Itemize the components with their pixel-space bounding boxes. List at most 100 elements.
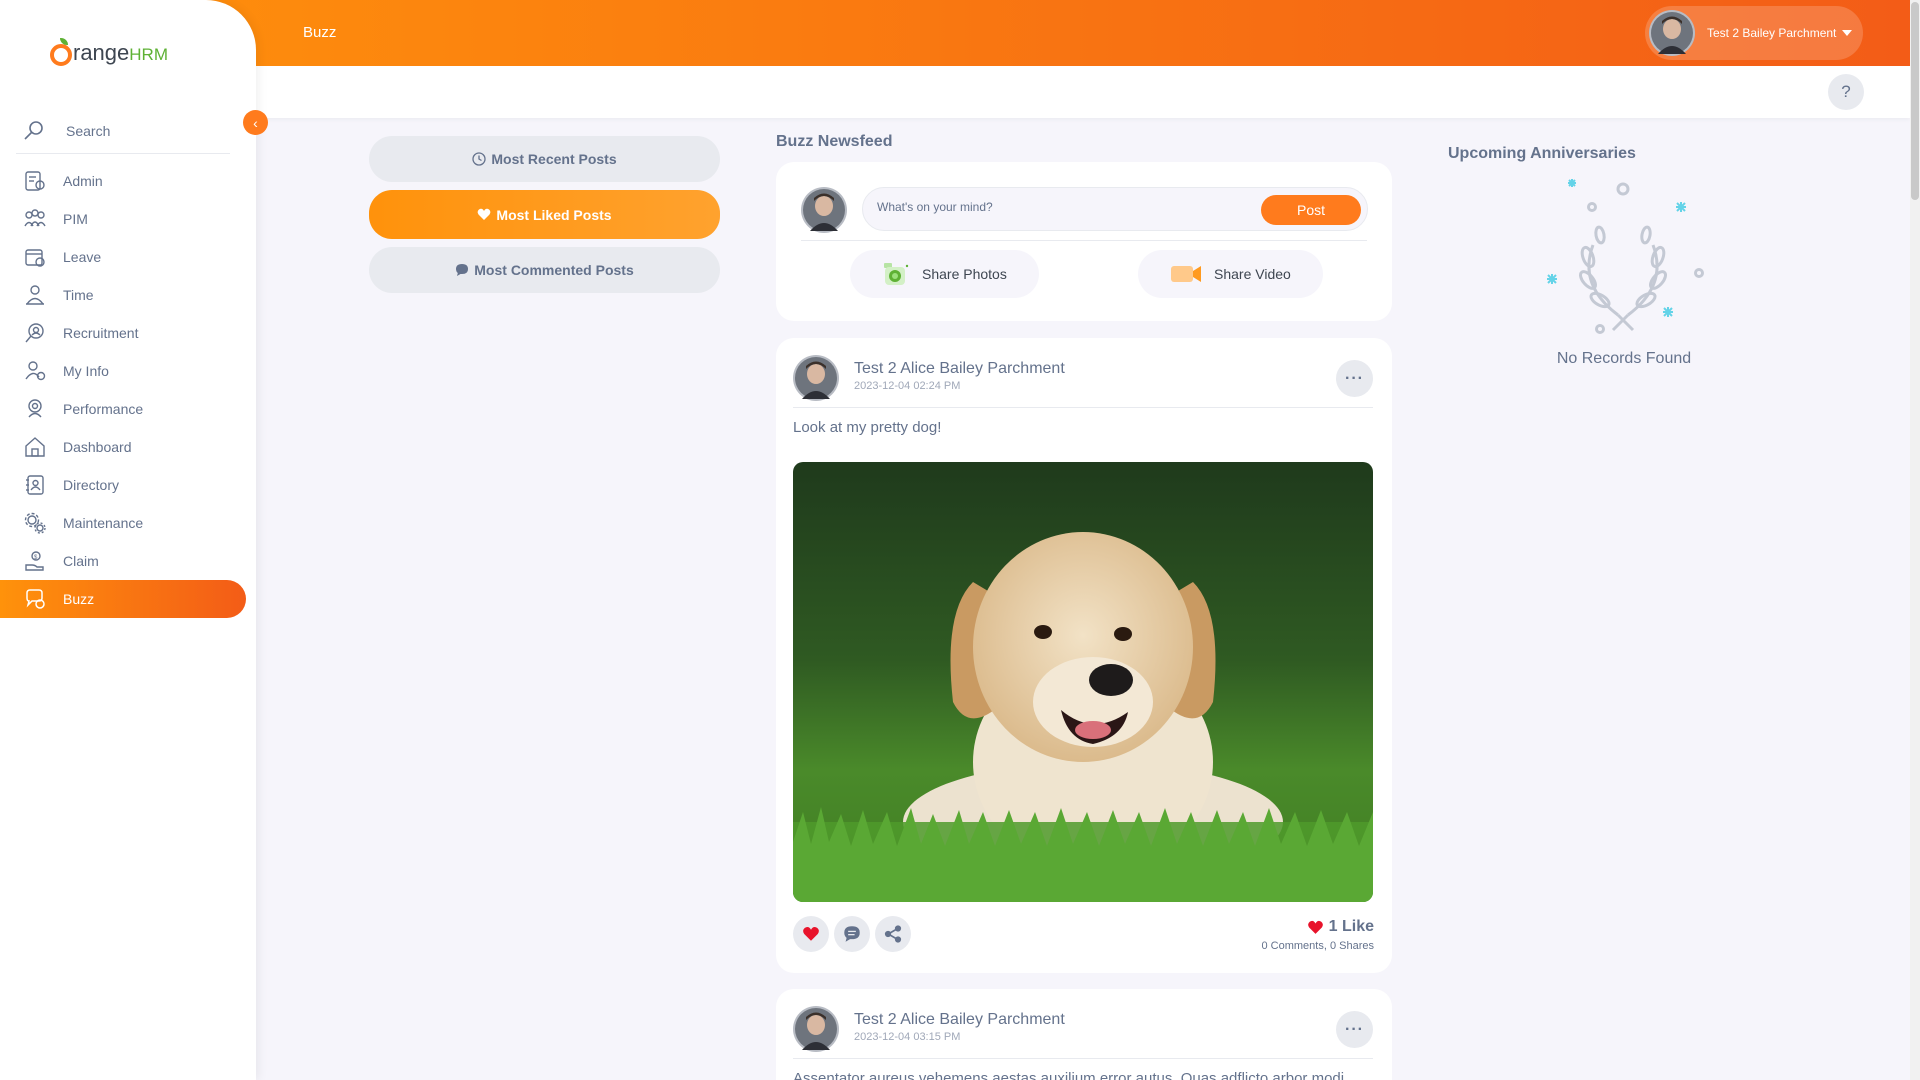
- sidebar-item-label: My Info: [63, 363, 109, 379]
- user-name: Test 2 Bailey Parchment: [1707, 26, 1837, 40]
- no-records-message: No Records Found: [1556, 350, 1692, 367]
- post-photo[interactable]: [793, 462, 1373, 902]
- help-button[interactable]: ?: [1828, 74, 1864, 110]
- performance-icon: [22, 396, 48, 422]
- brand-suffix: HRM: [129, 45, 168, 64]
- sidebar-item-label: Dashboard: [63, 439, 132, 455]
- like-button[interactable]: [793, 916, 829, 952]
- brand-prefix: range: [73, 40, 130, 65]
- sidebar-item-label: Time: [63, 287, 94, 303]
- sidebar-item-performance[interactable]: Performance: [0, 390, 246, 428]
- heart-icon: [1307, 920, 1323, 934]
- post-composer: Post Share Photos Share Video: [776, 162, 1392, 321]
- sidebar-item-label: Maintenance: [63, 515, 144, 531]
- anniversaries-heading: Upcoming Anniversaries: [1448, 145, 1636, 162]
- most-liked-posts-label: Most Liked Posts: [496, 206, 612, 223]
- share-video-button[interactable]: Share Video: [1138, 250, 1323, 298]
- sidebar-item-recruitment[interactable]: Recruitment: [0, 314, 246, 352]
- video-camera-icon: [1170, 264, 1202, 284]
- most-recent-posts-button[interactable]: Most Recent Posts: [369, 136, 720, 182]
- dashboard-icon: [22, 434, 48, 460]
- post-options-button[interactable]: ···: [1336, 360, 1373, 397]
- sidebar-item-buzz[interactable]: Buzz: [0, 580, 246, 618]
- share-video-label: Share Video: [1214, 266, 1291, 282]
- leave-icon: [22, 244, 48, 270]
- author-avatar[interactable]: [793, 355, 839, 401]
- sidebar-item-dashboard[interactable]: Dashboard: [0, 428, 246, 466]
- post-timestamp: 2023-12-04 02:24 PM: [854, 380, 961, 392]
- post-input-wrapper: Post: [862, 187, 1368, 231]
- sidebar-item-directory[interactable]: Directory: [0, 466, 246, 504]
- maintenance-icon: [22, 510, 48, 536]
- dog-photo-image: [793, 462, 1373, 902]
- time-icon: [22, 282, 48, 308]
- divider: [793, 1058, 1373, 1059]
- caret-down-icon: [1842, 30, 1853, 36]
- sidebar-item-leave[interactable]: Leave: [0, 238, 246, 276]
- sidebar-item-label: Admin: [63, 173, 103, 189]
- sidebar-item-my-info[interactable]: My Info: [0, 352, 246, 390]
- sidebar: rangeHRM Search Admin PIM Leave Time Rec…: [0, 0, 256, 1080]
- post-input[interactable]: [877, 200, 1257, 214]
- most-liked-posts-button[interactable]: Most Liked Posts: [369, 190, 720, 239]
- post-body: Look at my pretty dog!: [793, 419, 942, 436]
- post-stats: 0 Comments, 0 Shares: [1261, 940, 1374, 952]
- sidebar-item-label: PIM: [63, 211, 88, 227]
- sidebar-item-label: Recruitment: [63, 325, 139, 341]
- recruitment-icon: [22, 320, 48, 346]
- share-photos-button[interactable]: Share Photos: [850, 250, 1039, 298]
- comment-icon: [844, 926, 860, 942]
- sidebar-item-label: Directory: [63, 477, 120, 493]
- my-info-icon: [22, 358, 48, 384]
- share-count[interactable]: 0 Shares: [1330, 940, 1374, 952]
- newsfeed-heading: Buzz Newsfeed: [776, 133, 893, 150]
- brand-logo[interactable]: rangeHRM: [50, 32, 168, 66]
- most-recent-posts-label: Most Recent Posts: [491, 151, 617, 167]
- buzz-icon: [22, 586, 48, 612]
- user-dropdown[interactable]: Test 2 Bailey Parchment: [1645, 6, 1863, 60]
- post-body: Assentator aureus vehemens aestas auxili…: [793, 1070, 1345, 1080]
- page-title: Buzz: [303, 24, 337, 41]
- comment-button[interactable]: [834, 916, 870, 952]
- sidebar-item-admin[interactable]: Admin: [0, 162, 246, 200]
- post-card: Test 2 Alice Bailey Parchment 2023-12-04…: [776, 989, 1392, 1080]
- most-commented-posts-label: Most Commented Posts: [474, 262, 634, 278]
- top-bar: Buzz Test 2 Bailey Parchment: [0, 0, 1910, 66]
- sub-header: [0, 66, 1910, 118]
- search-placeholder: Search: [66, 122, 111, 139]
- comment-icon: [455, 263, 469, 277]
- most-commented-posts-button[interactable]: Most Commented Posts: [369, 247, 720, 293]
- scrollbar-thumb[interactable]: [1911, 2, 1919, 200]
- sidebar-item-pim[interactable]: PIM: [0, 200, 246, 238]
- sidebar-item-label: Claim: [63, 553, 99, 569]
- sidebar-search[interactable]: Search: [16, 108, 230, 154]
- post-card: Test 2 Alice Bailey Parchment 2023-12-04…: [776, 338, 1392, 973]
- sidebar-item-maintenance[interactable]: Maintenance: [0, 504, 246, 542]
- orange-logo-icon: [50, 38, 72, 66]
- user-avatar: [1649, 10, 1695, 56]
- directory-icon: [22, 472, 48, 498]
- post-button[interactable]: Post: [1261, 195, 1361, 225]
- author-avatar[interactable]: [793, 1006, 839, 1052]
- comment-count[interactable]: 0 Comments: [1261, 940, 1323, 952]
- sidebar-item-label: Leave: [63, 249, 102, 265]
- post-timestamp: 2023-12-04 03:15 PM: [854, 1031, 961, 1043]
- share-button[interactable]: [875, 916, 911, 952]
- main-menu: Admin PIM Leave Time Recruitment My Info…: [0, 162, 246, 618]
- pim-icon: [22, 206, 48, 232]
- divider: [801, 240, 1367, 241]
- divider: [793, 407, 1373, 408]
- claim-icon: $: [22, 548, 48, 574]
- laurel-wreath-icon: [1547, 179, 1704, 334]
- sidebar-item-label: Performance: [63, 401, 144, 417]
- sidebar-item-claim[interactable]: $ Claim: [0, 542, 246, 580]
- sidebar-collapse-button[interactable]: ‹: [243, 110, 268, 135]
- sidebar-item-label: Buzz: [63, 591, 95, 607]
- sidebar-item-time[interactable]: Time: [0, 276, 246, 314]
- share-photos-label: Share Photos: [922, 266, 1007, 282]
- share-icon: [884, 925, 902, 943]
- like-count[interactable]: 1 Like: [1307, 918, 1374, 936]
- like-count-label: 1 Like: [1328, 918, 1374, 935]
- heart-icon: [803, 926, 819, 941]
- post-options-button[interactable]: ···: [1336, 1011, 1373, 1048]
